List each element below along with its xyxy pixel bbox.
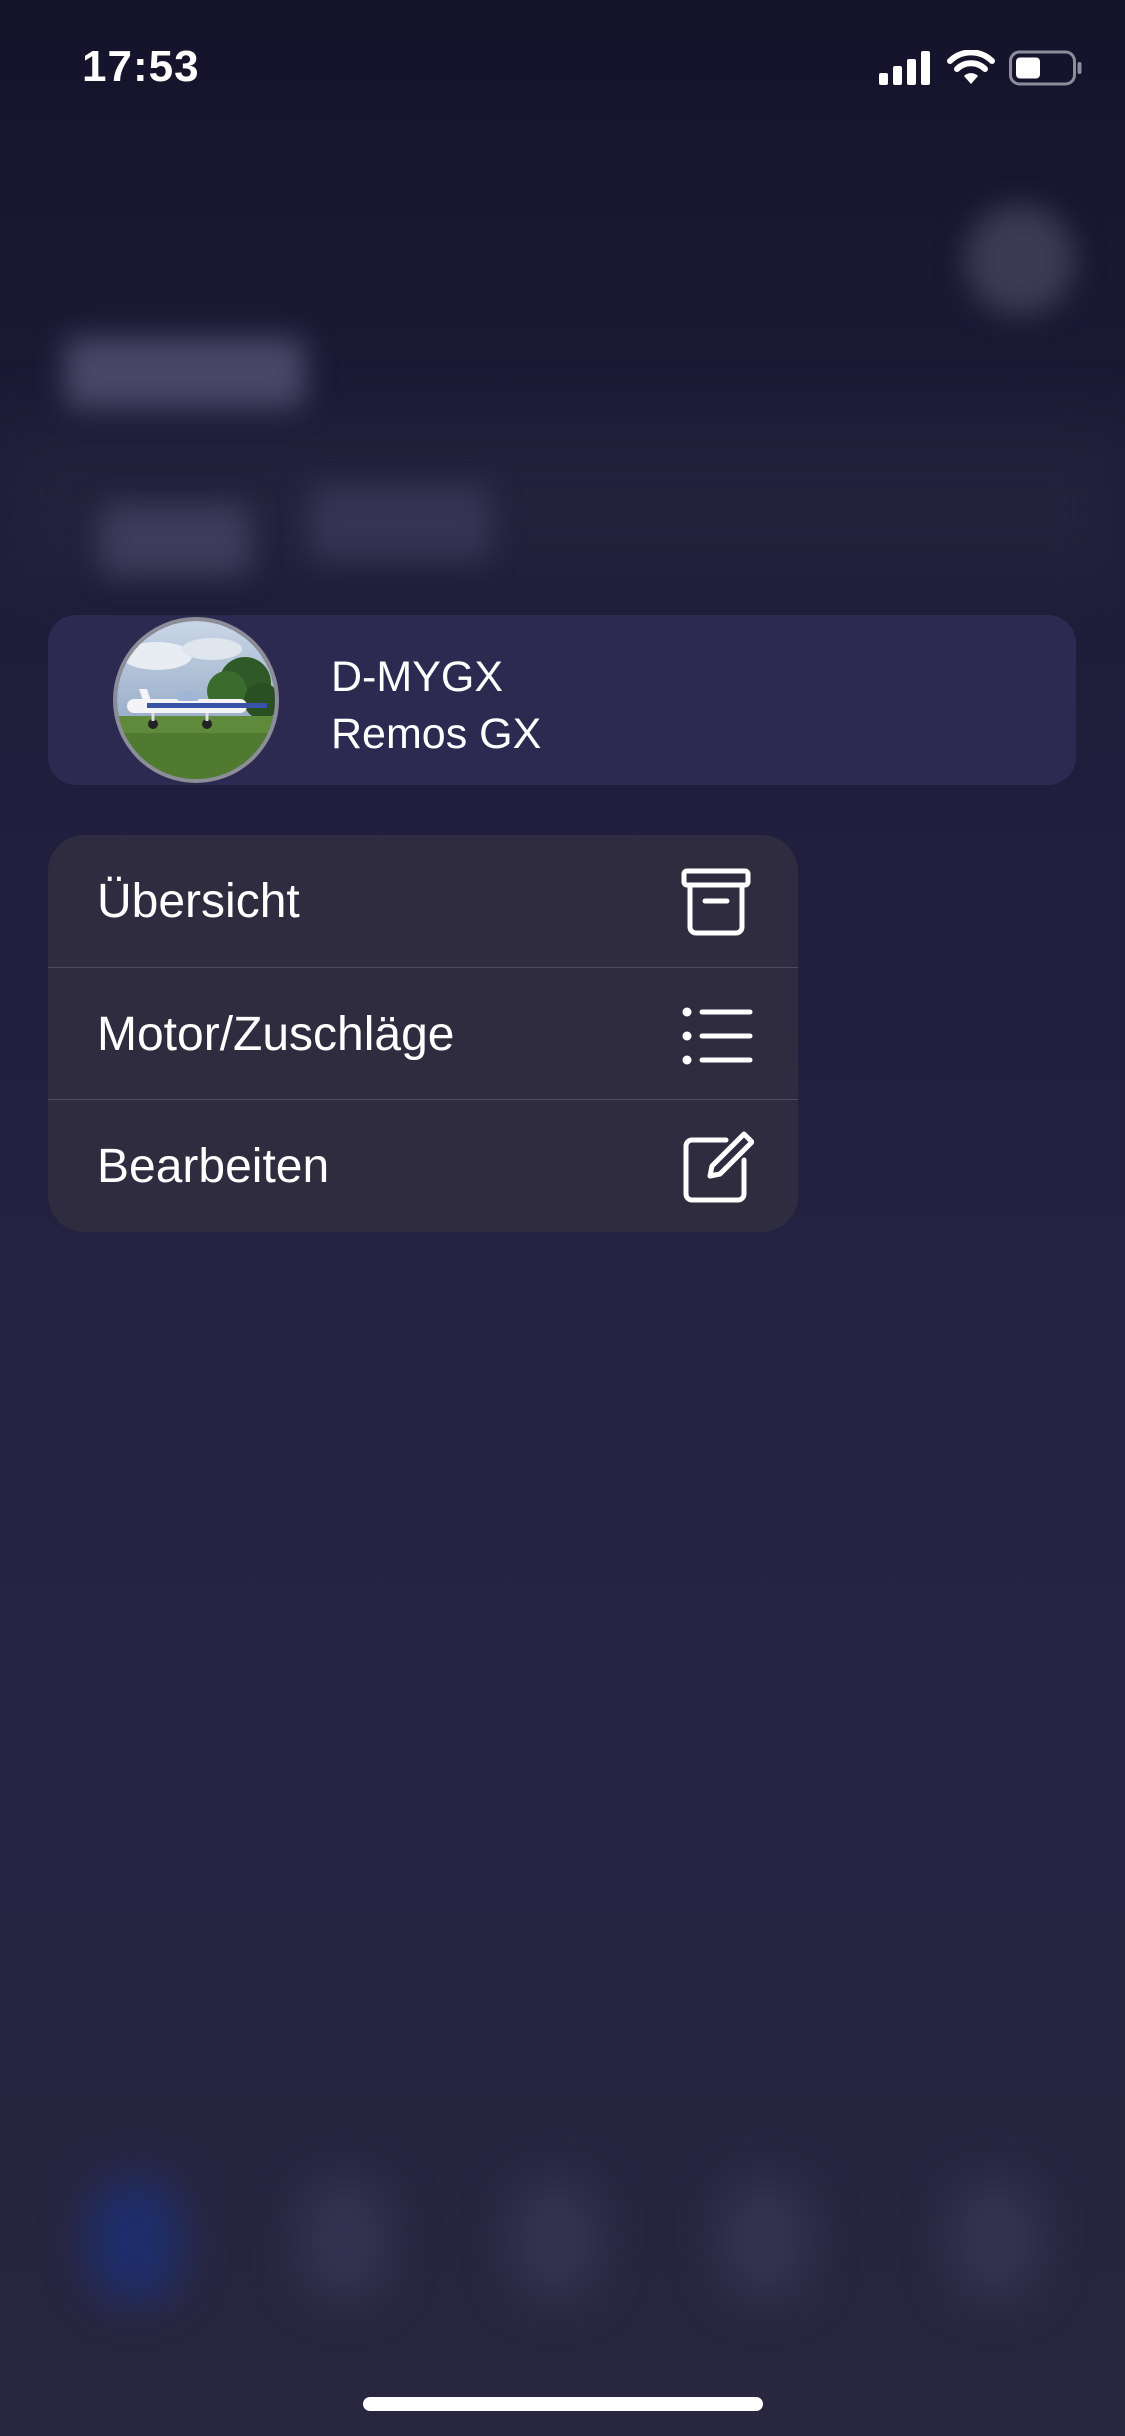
background-tab-item — [90, 2180, 180, 2300]
context-menu: Übersicht Motor/Zuschläge Bearbeiten — [48, 835, 798, 1232]
aircraft-photo — [113, 617, 279, 783]
wifi-icon — [947, 50, 995, 84]
background-title — [65, 338, 305, 408]
background-tab-item — [300, 2180, 390, 2300]
list-bullet-icon — [682, 1007, 753, 1065]
menu-item-engine-surcharges[interactable]: Motor/Zuschläge — [48, 967, 798, 1099]
menu-item-overview[interactable]: Übersicht — [48, 835, 798, 967]
background-segment — [310, 485, 490, 560]
background-tab-item — [510, 2180, 600, 2300]
cellular-signal-icon — [879, 51, 930, 85]
menu-item-label: Bearbeiten — [97, 1140, 330, 1193]
menu-item-edit[interactable]: Bearbeiten — [48, 1099, 798, 1231]
status-icons — [879, 48, 1083, 88]
archive-box-icon — [681, 868, 751, 936]
background-button — [965, 205, 1075, 315]
aircraft-model: Remos GX — [331, 710, 542, 758]
menu-item-label: Übersicht — [97, 875, 300, 928]
square-pencil-icon — [683, 1131, 754, 1203]
aircraft-registration: D-MYGX — [331, 653, 503, 701]
home-indicator[interactable] — [363, 2397, 763, 2411]
background-tab-bar — [0, 2120, 1125, 2350]
background-segment — [100, 505, 250, 575]
battery-icon — [1009, 50, 1082, 86]
background-tab-item — [950, 2180, 1040, 2300]
status-time: 17:53 — [82, 42, 200, 91]
aircraft-card[interactable]: D-MYGX Remos GX — [48, 615, 1076, 785]
background-tab-item — [720, 2180, 810, 2300]
menu-item-label: Motor/Zuschläge — [97, 1008, 455, 1061]
